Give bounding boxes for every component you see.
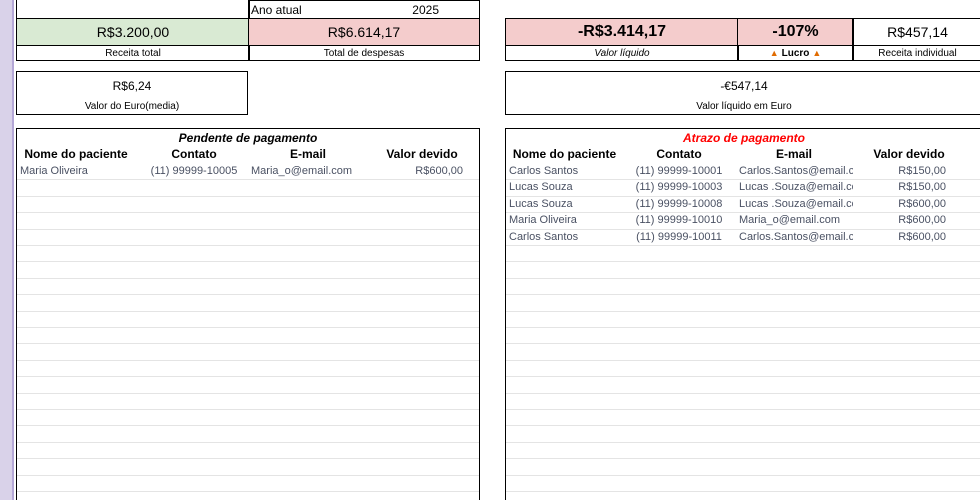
cell-patient-name[interactable]: Maria Oliveira xyxy=(20,163,132,179)
cell-patient-name[interactable]: Lucas Souza xyxy=(509,179,621,195)
cell-amount-due[interactable]: R$150,00 xyxy=(853,163,946,179)
table-row-gridline xyxy=(506,474,980,476)
profit-percent-value[interactable]: -107% xyxy=(737,18,854,46)
table-row-gridline xyxy=(17,228,479,230)
table-row-gridline xyxy=(17,195,479,197)
top-left-header-cell[interactable] xyxy=(16,0,250,19)
table-row-gridline xyxy=(506,441,980,443)
table-row-gridline xyxy=(17,376,479,378)
fire-icon: ▲ xyxy=(812,48,822,58)
table-row-gridline xyxy=(506,294,980,296)
cell-amount-due[interactable]: R$600,00 xyxy=(853,229,946,245)
cell-contact[interactable]: (11) 99999-10010 xyxy=(623,212,735,228)
net-euro-label: Valor líquido em Euro xyxy=(696,100,792,112)
cell-contact[interactable]: (11) 99999-10001 xyxy=(623,163,735,179)
table-row-gridline xyxy=(506,409,980,410)
net-euro-value: -€547,14 xyxy=(720,79,768,93)
header-email: E-mail xyxy=(289,147,326,161)
cell-amount-due[interactable]: R$600,00 xyxy=(363,163,463,179)
cell-contact[interactable]: (11) 99999-10005 xyxy=(135,163,253,179)
header-email: E-mail xyxy=(775,147,812,161)
table-row-gridline xyxy=(506,359,980,361)
table-row-gridline xyxy=(506,425,980,427)
table-row-gridline xyxy=(506,392,980,394)
profit-label: Lucro xyxy=(781,47,810,59)
cell-amount-due[interactable]: R$600,00 xyxy=(853,196,946,212)
table-row-gridline xyxy=(17,359,479,361)
cell-email[interactable]: Carlos.Santos@email.cc xyxy=(739,229,853,245)
euro-average-value: R$6,24 xyxy=(112,79,152,93)
table-row-gridline xyxy=(17,277,479,279)
individual-revenue-label: Receita individual xyxy=(852,45,980,61)
spreadsheet-sheet: Ano atual 2025 R$3.200,00 R$6.614,17 Rec… xyxy=(12,0,980,500)
table-row-gridline xyxy=(506,327,980,328)
cell-contact[interactable]: (11) 99999-10008 xyxy=(623,196,735,212)
table-row-gridline xyxy=(506,277,980,279)
cell-email[interactable]: Lucas .Souza@email.cor xyxy=(739,179,853,195)
table-row-gridline xyxy=(17,474,479,476)
cell-patient-name[interactable]: Maria Oliveira xyxy=(509,212,621,228)
individual-revenue-value[interactable]: R$457,14 xyxy=(852,18,980,46)
table-row-gridline xyxy=(17,441,479,443)
cell-patient-name[interactable]: Lucas Souza xyxy=(509,196,621,212)
current-year-label: Ano atual xyxy=(251,2,302,17)
cell-patient-name[interactable]: Carlos Santos xyxy=(509,229,621,245)
table-row-gridline xyxy=(17,310,479,312)
table-row-gridline xyxy=(17,409,479,410)
table-row-gridline xyxy=(17,179,479,181)
cell-contact[interactable]: (11) 99999-10011 xyxy=(623,229,735,245)
table-row-gridline xyxy=(506,310,980,312)
table-row-gridline xyxy=(17,392,479,394)
table-row-gridline xyxy=(506,458,980,460)
table-row-gridline xyxy=(17,343,479,345)
cell-email[interactable]: Carlos.Santos@email.cc xyxy=(739,163,853,179)
total-revenue-label: Receita total xyxy=(16,45,250,61)
cell-email[interactable]: Maria_o@email.com xyxy=(739,212,853,228)
table-row-gridline xyxy=(506,491,980,492)
table-row-gridline xyxy=(506,343,980,345)
cell-email[interactable]: Lucas .Souza@email.cor xyxy=(739,196,853,212)
overdue-payment-table: Atrazo de pagamento Nome do paciente Con… xyxy=(505,128,980,500)
cell-amount-due[interactable]: R$150,00 xyxy=(853,179,946,195)
overdue-payment-title: Atrazo de pagamento xyxy=(682,130,805,145)
fire-icon: ▲ xyxy=(769,48,779,58)
table-row-gridline xyxy=(17,491,479,492)
cell-patient-name[interactable]: Carlos Santos xyxy=(509,163,621,179)
total-expenses-value[interactable]: R$6.614,17 xyxy=(248,18,480,46)
table-row-gridline xyxy=(17,261,479,263)
header-contact: Contato xyxy=(656,147,702,161)
table-row-gridline xyxy=(17,212,479,214)
table-row-gridline xyxy=(17,327,479,328)
table-row-gridline xyxy=(17,458,479,460)
header-amount-due: Valor devido xyxy=(873,147,945,161)
table-row-gridline xyxy=(506,261,980,263)
header-contact: Contato xyxy=(171,147,217,161)
cell-email[interactable]: Maria_o@email.com xyxy=(251,163,363,179)
pending-payment-title: Pendente de pagamento xyxy=(178,130,318,145)
table-row-gridline xyxy=(17,294,479,296)
table-row-gridline xyxy=(17,245,479,246)
current-year-cell[interactable]: Ano atual 2025 xyxy=(248,0,480,19)
net-value-value[interactable]: -R$3.414,17 xyxy=(505,18,739,46)
cell-amount-due[interactable]: R$600,00 xyxy=(853,212,946,228)
cell-contact[interactable]: (11) 99999-10003 xyxy=(623,179,735,195)
pending-payment-table: Pendente de pagamento Nome do paciente C… xyxy=(16,128,480,500)
current-year-value: 2025 xyxy=(412,2,439,17)
header-amount-due: Valor devido xyxy=(386,147,458,161)
table-row-gridline xyxy=(506,376,980,378)
header-patient-name: Nome do paciente xyxy=(512,147,617,161)
euro-average-label: Valor do Euro(media) xyxy=(84,100,180,112)
header-patient-name: Nome do paciente xyxy=(24,147,128,161)
table-row-gridline xyxy=(17,425,479,427)
euro-average-cell[interactable]: R$6,24 Valor do Euro(media) xyxy=(16,71,248,115)
net-value-label: Valor líquido xyxy=(505,45,739,61)
total-revenue-value[interactable]: R$3.200,00 xyxy=(16,18,250,46)
net-euro-cell[interactable]: -€547,14 Valor líquido em Euro xyxy=(505,71,980,115)
profit-label-cell: ▲ Lucro ▲ xyxy=(737,45,854,61)
total-expenses-label: Total de despesas xyxy=(248,45,480,61)
table-row-gridline xyxy=(506,245,980,246)
